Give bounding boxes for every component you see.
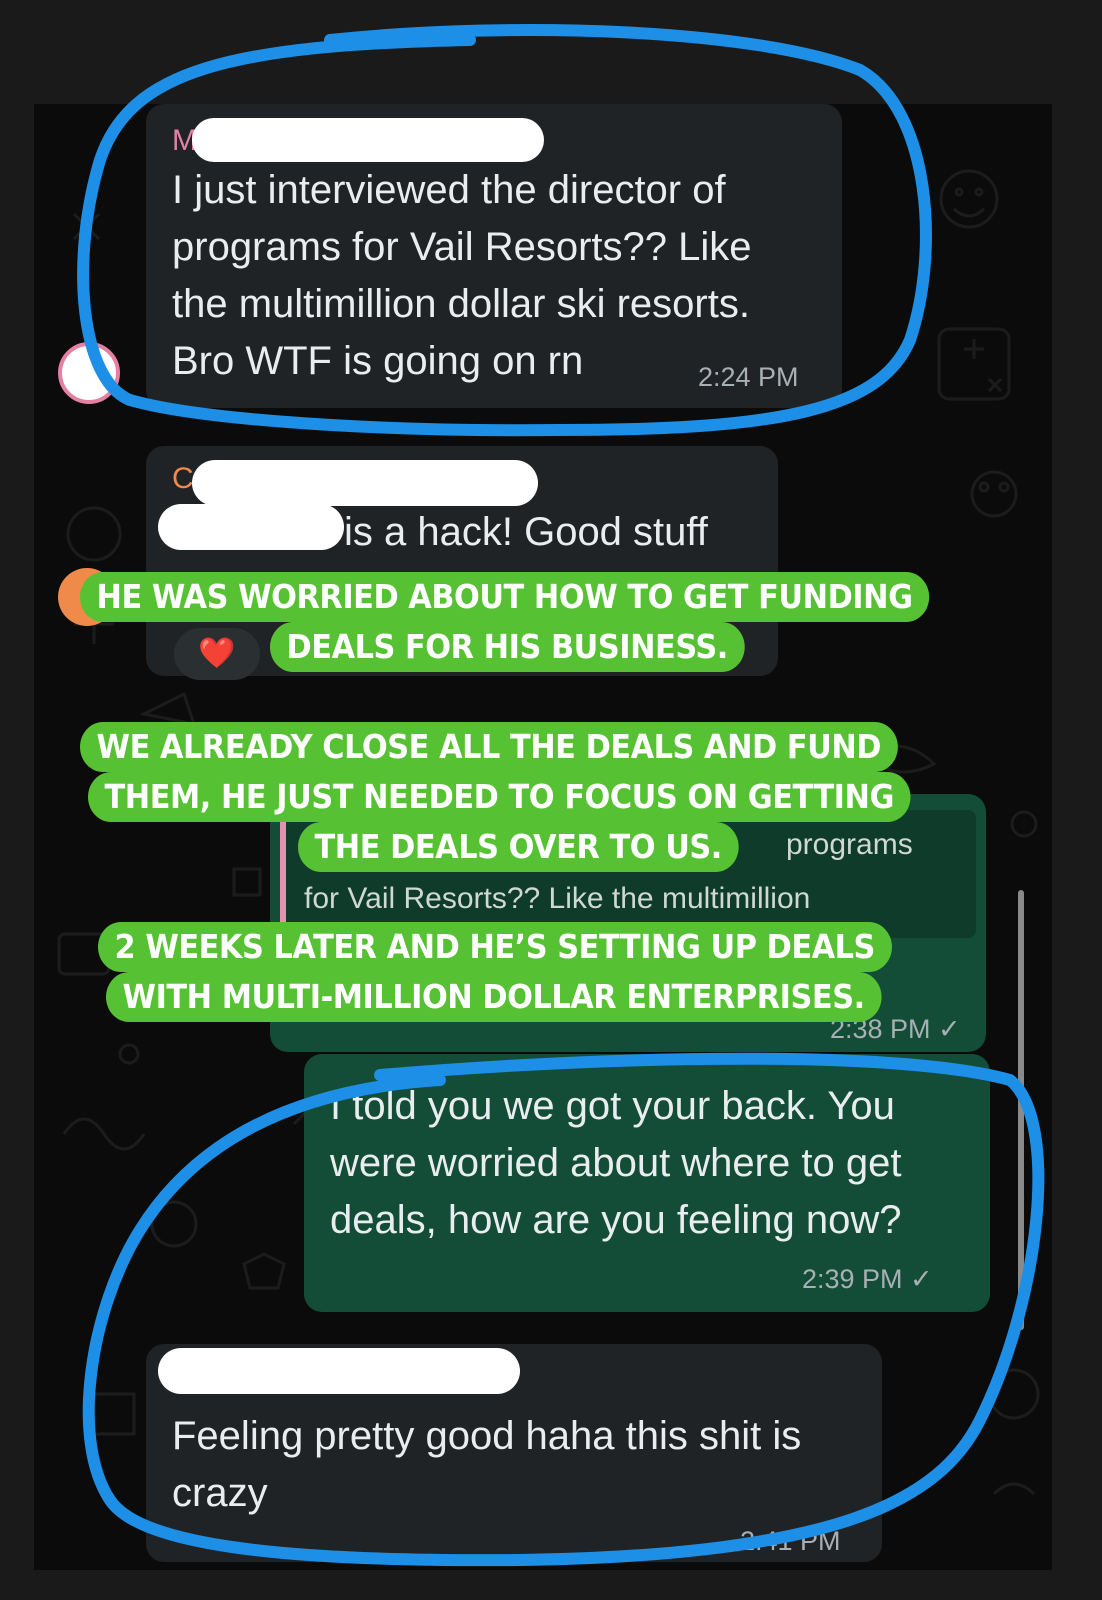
caption-line: WITH MULTI-MILLION DOLLAR ENTERPRISES. xyxy=(106,972,882,1022)
caption-line: THEM, HE JUST NEEDED TO FOCUS ON GETTING xyxy=(88,772,911,822)
avatar xyxy=(58,342,120,404)
reaction-badge[interactable]: ❤️ xyxy=(174,628,260,680)
quoted-text: for Vail Resorts?? Like the multimillion xyxy=(304,882,811,915)
redacted-name xyxy=(192,118,544,162)
message-line: Bro WTF is going on rn xyxy=(172,339,584,383)
message-timestamp: 2:24 PM xyxy=(698,362,799,392)
message-line: were worried about where to get xyxy=(330,1141,902,1185)
caption-line: DEALS FOR HIS BUSINESS. xyxy=(270,622,745,672)
message-text: I just interviewed the director of progr… xyxy=(172,162,752,390)
redacted-name xyxy=(158,1348,520,1394)
sender-name: C xyxy=(172,462,194,495)
message-timestamp: 2:41 PM xyxy=(740,1526,841,1556)
quoted-text: programs xyxy=(786,828,913,861)
heart-icon: ❤️ xyxy=(198,637,236,670)
message-timestamp: 2:39 PM ✓ xyxy=(802,1264,933,1294)
message-line: programs for Vail Resorts?? Like xyxy=(172,225,752,269)
redacted-name xyxy=(158,504,344,550)
caption-line: HE WAS WORRIED ABOUT HOW TO GET FUNDING xyxy=(80,572,930,622)
redacted-name xyxy=(192,460,538,506)
message-line: I told you we got your back. You xyxy=(330,1084,895,1128)
message-line: I just interviewed the director of xyxy=(172,168,726,212)
message-text: Feeling pretty good haha this shit is cr… xyxy=(172,1408,801,1522)
scrollbar[interactable] xyxy=(1018,890,1024,1330)
message-line: crazy xyxy=(172,1471,268,1515)
message-text: I told you we got your back. You were wo… xyxy=(330,1078,901,1249)
caption-line: THE DEALS OVER TO US. xyxy=(298,822,739,872)
message-line: deals, how are you feeling now? xyxy=(330,1198,902,1242)
message-line: Feeling pretty good haha this shit is xyxy=(172,1414,802,1458)
message-line: the multimillion dollar ski resorts. xyxy=(172,282,750,326)
outgoing-message-2[interactable]: I told you we got your back. You were wo… xyxy=(304,1054,990,1312)
caption-line: WE ALREADY CLOSE ALL THE DEALS AND FUND xyxy=(80,722,898,772)
message-text: is a hack! Good stuff xyxy=(344,510,708,554)
caption-line: 2 WEEKS LATER AND HE’S SETTING UP DEALS xyxy=(98,922,892,972)
